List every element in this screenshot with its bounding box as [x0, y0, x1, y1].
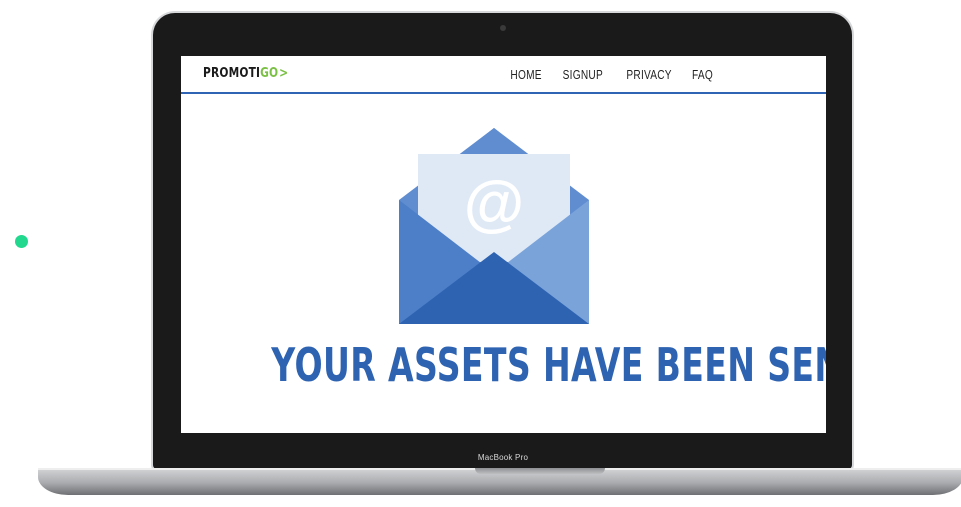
- status-dot: [15, 235, 28, 248]
- site-logo[interactable]: PROMOTIGO>: [203, 66, 288, 81]
- nav-faq[interactable]: FAQ: [692, 67, 713, 82]
- nav-home[interactable]: HOME: [510, 67, 541, 82]
- logo-text-accent: GO: [260, 66, 279, 81]
- nav-signup[interactable]: SIGNUP: [563, 67, 603, 82]
- stage: PROMOTIGO> HOME SIGNUP PRIVACY FAQ @ YOU…: [0, 0, 961, 507]
- base-notch: [475, 468, 605, 474]
- laptop-screen: PROMOTIGO> HOME SIGNUP PRIVACY FAQ @ YOU…: [181, 56, 826, 433]
- logo-text-dark: PROMOTI: [203, 66, 261, 81]
- logo-arrow-icon: >: [279, 66, 289, 81]
- main-nav: HOME SIGNUP PRIVACY FAQ: [506, 67, 716, 82]
- nav-privacy[interactable]: PRIVACY: [626, 67, 671, 82]
- envelope-icon: @: [399, 128, 589, 324]
- confirmation-headline: YOUR ASSETS HAVE BEEN SENT: [271, 338, 826, 392]
- at-sign-icon: @: [464, 169, 524, 238]
- laptop-base: [38, 468, 961, 495]
- camera-dot: [500, 25, 506, 31]
- device-model-label: MacBook Pro: [477, 453, 529, 462]
- site-header: PROMOTIGO> HOME SIGNUP PRIVACY FAQ: [181, 56, 826, 94]
